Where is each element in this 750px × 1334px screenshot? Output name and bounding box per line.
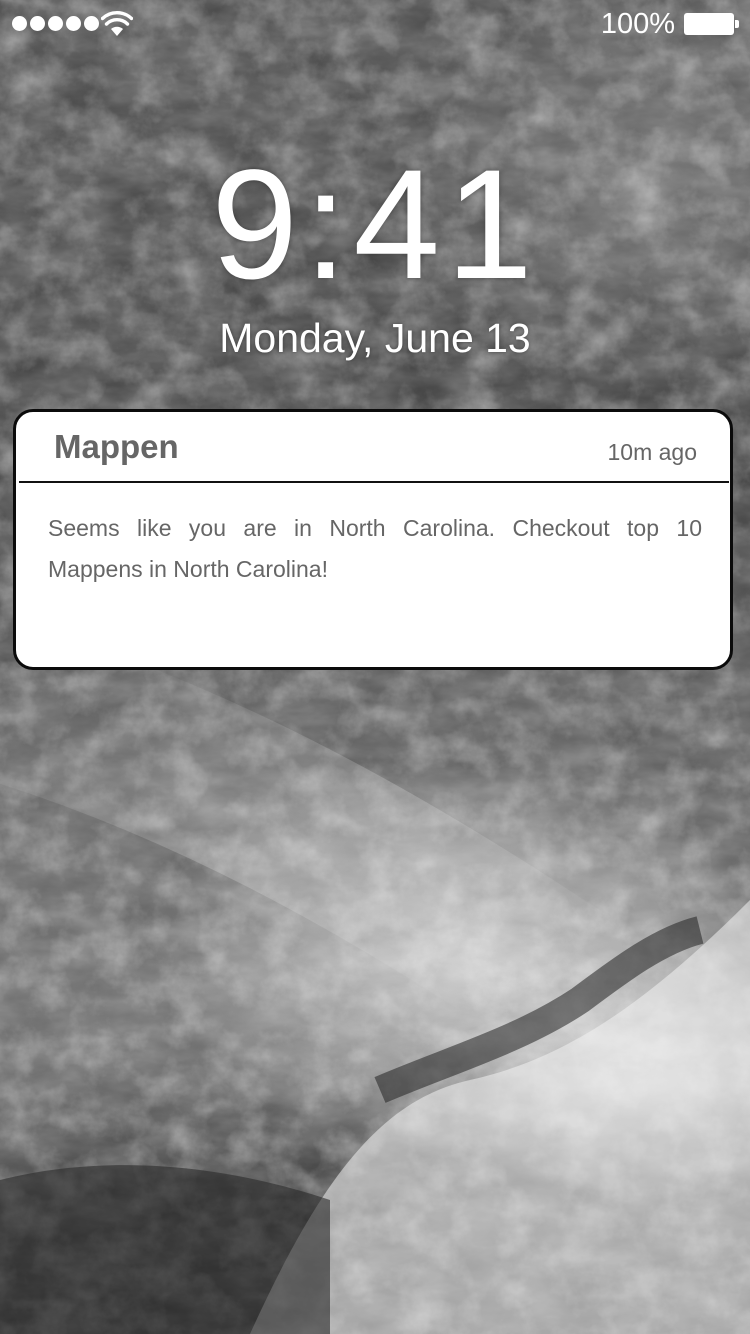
lock-screen-date: Monday, June 13 xyxy=(219,315,531,361)
notification-message: Seems like you are in North Carolina. Ch… xyxy=(48,515,702,582)
status-bar: 100% xyxy=(0,0,750,48)
notification-app-name: Mappen xyxy=(54,428,179,465)
notification-header: Mappen 10m ago xyxy=(16,412,730,484)
notification-timestamp: 10m ago xyxy=(607,439,697,465)
wifi-icon xyxy=(101,11,133,36)
lock-screen-time: 9:41 xyxy=(211,138,539,312)
notification-divider xyxy=(19,481,729,483)
notification-card[interactable]: Mappen 10m ago Seems like you are in Nor… xyxy=(13,409,733,670)
signal-dots-icon xyxy=(12,16,99,31)
battery-full-icon xyxy=(684,13,740,35)
battery-percentage: 100% xyxy=(600,8,675,40)
